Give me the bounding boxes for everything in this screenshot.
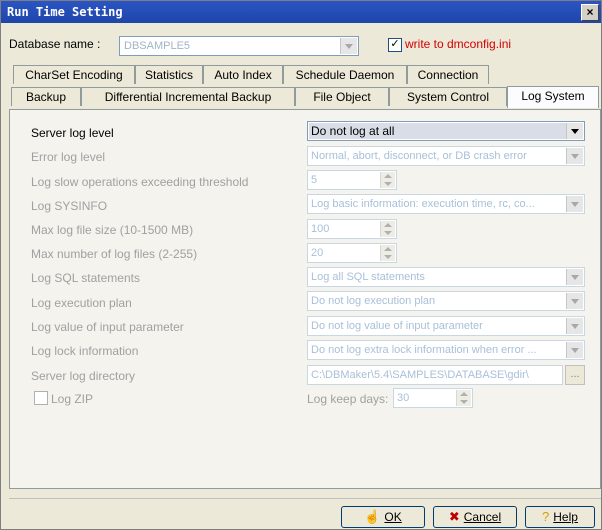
max-file-size-spinner[interactable]: 100: [307, 219, 397, 239]
tab-auto-index[interactable]: Auto Index: [203, 65, 283, 84]
sql-statements-label: Log SQL statements: [31, 271, 140, 285]
keep-days-value: 30: [397, 392, 410, 404]
run-time-setting-window: Run Time Setting × Database name : DBSAM…: [0, 0, 602, 530]
hand-pointer-icon: ☝: [364, 509, 381, 524]
lock-info-value: Do not log extra lock information when e…: [311, 344, 537, 356]
lock-info-label: Log lock information: [31, 344, 139, 358]
question-icon: ?: [542, 509, 550, 524]
max-files-label: Max number of log files (2-255): [31, 247, 198, 261]
write-dmconfig-checkbox[interactable]: ✓: [388, 38, 402, 52]
chevron-down-icon[interactable]: [340, 38, 357, 54]
tab-schedule-daemon[interactable]: Schedule Daemon: [283, 65, 407, 84]
sql-statements-select[interactable]: Log all SQL statements: [307, 267, 585, 287]
server-log-level-value: Do not log at all: [309, 123, 567, 139]
database-name-select[interactable]: DBSAMPLE5: [119, 36, 359, 56]
tab-connection[interactable]: Connection: [407, 65, 489, 84]
slow-ops-label: Log slow operations exceeding threshold: [31, 175, 249, 189]
window-title: Run Time Setting: [7, 5, 123, 19]
spinner-arrows-icon[interactable]: [380, 221, 395, 237]
tab-statistics[interactable]: Statistics: [135, 65, 203, 84]
input-param-label: Log value of input parameter: [31, 320, 184, 334]
tab-file-object[interactable]: File Object: [295, 87, 389, 106]
log-sysinfo-value: Log basic information: execution time, r…: [311, 198, 535, 210]
error-log-level-value: Normal, abort, disconnect, or DB crash e…: [311, 150, 527, 162]
ok-button-label: OK: [384, 510, 402, 524]
tab-log-system[interactable]: Log System: [507, 86, 599, 108]
browse-directory-button[interactable]: ...: [565, 365, 585, 385]
exec-plan-label: Log execution plan: [31, 296, 132, 310]
max-files-value: 20: [311, 247, 324, 259]
max-file-size-value: 100: [311, 223, 330, 235]
log-zip-label: Log ZIP: [51, 392, 94, 406]
database-name-value: DBSAMPLE5: [124, 40, 191, 52]
keep-days-spinner[interactable]: 30: [393, 388, 473, 408]
write-dmconfig-label: write to dmconfig.ini: [405, 37, 512, 51]
log-dir-label: Server log directory: [31, 369, 136, 383]
chevron-down-icon[interactable]: [566, 196, 583, 212]
cancel-button-label: Cancel: [463, 510, 502, 524]
log-dir-input[interactable]: C:\DBMaker\5.4\SAMPLES\DATABASE\gdir\: [307, 365, 563, 385]
spinner-arrows-icon[interactable]: [380, 172, 395, 188]
chevron-down-icon[interactable]: [566, 269, 583, 285]
spinner-arrows-icon[interactable]: [380, 245, 395, 261]
keep-days-label: Log keep days:: [307, 392, 389, 406]
exec-plan-value: Do not log execution plan: [311, 295, 436, 307]
server-log-level-select[interactable]: Do not log at all: [307, 121, 585, 141]
server-log-level-label: Server log level: [31, 126, 114, 140]
chevron-down-icon[interactable]: [566, 293, 583, 309]
chevron-down-icon[interactable]: [566, 342, 583, 358]
log-dir-value: C:\DBMaker\5.4\SAMPLES\DATABASE\gdir\: [311, 369, 529, 381]
tab-charset-encoding[interactable]: CharSet Encoding: [13, 65, 135, 84]
max-files-spinner[interactable]: 20: [307, 243, 397, 263]
database-name-label: Database name :: [9, 37, 101, 51]
sql-statements-value: Log all SQL statements: [311, 271, 425, 283]
log-sysinfo-label: Log SYSINFO: [31, 199, 108, 213]
chevron-down-icon[interactable]: [566, 318, 583, 334]
tab-system-control[interactable]: System Control: [389, 87, 507, 106]
title-bar: Run Time Setting ×: [1, 1, 601, 23]
error-log-level-select[interactable]: Normal, abort, disconnect, or DB crash e…: [307, 146, 585, 166]
exec-plan-select[interactable]: Do not log execution plan: [307, 291, 585, 311]
max-file-size-label: Max log file size (10-1500 MB): [31, 223, 194, 237]
log-zip-checkbox[interactable]: [34, 391, 48, 405]
close-button[interactable]: ×: [581, 4, 599, 21]
lock-info-select[interactable]: Do not log extra lock information when e…: [307, 340, 585, 360]
ok-button[interactable]: ☝ OK: [341, 506, 425, 528]
tab-backup[interactable]: Backup: [11, 87, 81, 106]
help-button-label: Help: [553, 510, 578, 524]
chevron-down-icon[interactable]: [566, 123, 583, 139]
input-param-select[interactable]: Do not log value of input parameter: [307, 316, 585, 336]
cancel-button[interactable]: ✖ Cancel: [433, 506, 517, 528]
tab-differential-incremental-backup[interactable]: Differential Incremental Backup: [81, 87, 295, 106]
spinner-arrows-icon[interactable]: [456, 390, 471, 406]
slow-ops-value: 5: [311, 174, 318, 186]
error-log-level-label: Error log level: [31, 150, 106, 164]
cross-icon: ✖: [448, 509, 460, 524]
chevron-down-icon[interactable]: [566, 148, 583, 164]
slow-ops-spinner[interactable]: 5: [307, 170, 397, 190]
log-sysinfo-select[interactable]: Log basic information: execution time, r…: [307, 194, 585, 214]
input-param-value: Do not log value of input parameter: [311, 320, 483, 332]
help-button[interactable]: ? Help: [525, 506, 595, 528]
